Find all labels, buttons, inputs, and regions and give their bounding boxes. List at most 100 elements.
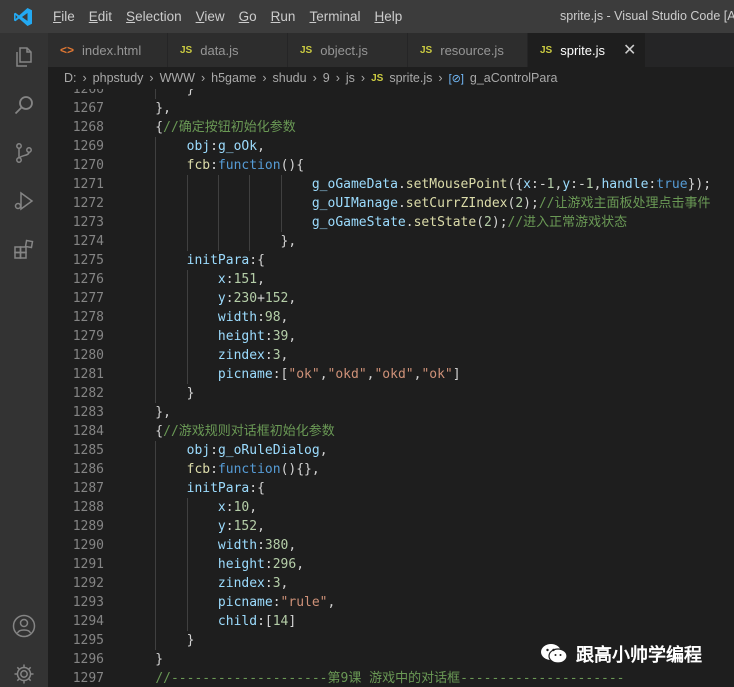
breadcrumb-item[interactable]: js [346, 71, 355, 85]
breadcrumb-item[interactable]: 9 [323, 71, 330, 85]
code-token: , [327, 595, 336, 610]
code-token: 1 [585, 177, 594, 192]
code-token: x [523, 177, 531, 192]
accounts-icon[interactable] [0, 602, 48, 650]
breadcrumb-item[interactable]: shudu [273, 71, 307, 85]
code-token: } [124, 386, 195, 401]
run-debug-icon[interactable] [0, 177, 48, 225]
code-token: x [217, 272, 226, 287]
code-token: child [217, 614, 258, 629]
line-number: 1286 [72, 462, 104, 477]
breadcrumb-file[interactable]: sprite.js [389, 71, 432, 85]
vscode-logo-icon [0, 0, 46, 33]
line-number: 1270 [72, 158, 104, 173]
menu-go-hotkey: G [238, 9, 250, 24]
code-line: initPara:{ [124, 479, 711, 498]
code-line: } [124, 89, 711, 99]
tab-sprite-js[interactable]: JS sprite.js ✕ [528, 33, 646, 67]
menu-edit[interactable]: Edit [82, 0, 119, 33]
line-number: 1272 [72, 196, 104, 211]
code-token: + [257, 291, 265, 306]
source-control-icon[interactable] [0, 129, 48, 177]
code-line: {//游戏规则对话框初始化参数 [124, 422, 711, 441]
breadcrumb-item[interactable]: WWW [160, 71, 195, 85]
code-area[interactable]: } }, {//确定按钮初始化参数 obj:g_oOk, fcb:functio… [124, 89, 711, 687]
code-token: : [257, 538, 265, 553]
title-bar: File Edit Selection View Go Run Terminal… [0, 0, 734, 33]
breadcrumb-symbol[interactable]: g_aControlPara [470, 71, 558, 85]
code-token: initPara [186, 253, 250, 268]
tab-object-js[interactable]: JS object.js [288, 33, 408, 67]
menu-run[interactable]: Run [264, 0, 303, 33]
js-file-icon: JS [420, 44, 433, 56]
code-token: "okd" [374, 367, 414, 382]
code-token: g_oRuleDialog [217, 443, 320, 458]
chevron-right-icon: › [149, 71, 154, 85]
indent-guide [217, 175, 219, 194]
code-token: //让游戏主面板处理点击事件 [538, 196, 711, 211]
indent-guide [155, 89, 157, 99]
indent-guide [155, 270, 157, 289]
code-line: width:380, [124, 536, 711, 555]
line-number: 1288 [72, 500, 104, 515]
menu-view[interactable]: View [189, 0, 232, 33]
explorer-icon[interactable] [0, 33, 48, 81]
extensions-icon[interactable] [0, 225, 48, 273]
code-token: picname [217, 595, 273, 610]
code-token: handle [601, 177, 649, 192]
code-line: picname:["ok","okd","okd","ok"] [124, 365, 711, 384]
indent-guide [280, 175, 282, 194]
indent-guide [186, 593, 188, 612]
menu-edit-label: dit [97, 9, 113, 24]
menu-selection[interactable]: Selection [119, 0, 189, 33]
code-token: //--------------------第9课 游戏中的对话框-------… [155, 671, 625, 686]
editor-tabs: <> index.html JS data.js JS object.js JS… [48, 33, 734, 67]
close-icon[interactable]: ✕ [623, 40, 636, 60]
line-number: 1295 [72, 633, 104, 648]
menu-help[interactable]: Help [367, 0, 409, 33]
chevron-right-icon: › [200, 71, 206, 85]
indent-guide [186, 289, 188, 308]
menu-go[interactable]: Go [232, 0, 264, 33]
tab-index-html[interactable]: <> index.html [48, 33, 168, 67]
code-token: 152 [233, 519, 258, 534]
tab-label: sprite.js [560, 42, 606, 58]
code-token: : [264, 329, 273, 344]
code-token: "rule" [280, 595, 328, 610]
code-line: }, [124, 403, 711, 422]
indent-guide [155, 213, 157, 232]
code-token: : [225, 272, 234, 287]
indent-guide [186, 308, 188, 327]
indent-guide [186, 327, 188, 346]
line-number: 1276 [72, 272, 104, 287]
menu-terminal[interactable]: Terminal [302, 0, 367, 33]
search-icon[interactable] [0, 81, 48, 129]
line-number: 1289 [72, 519, 104, 534]
breadcrumb-item[interactable]: h5game [211, 71, 256, 85]
indent-guide [186, 498, 188, 517]
line-number: 1271 [72, 177, 104, 192]
indent-guide [186, 574, 188, 593]
code-line: height:39, [124, 327, 711, 346]
line-number: 1285 [72, 443, 104, 458]
tab-resource-js[interactable]: JS resource.js [408, 33, 528, 67]
line-number: 1266 [72, 89, 104, 97]
js-file-icon: JS [180, 44, 193, 56]
breadcrumb-item[interactable]: phpstudy [93, 71, 144, 85]
js-file-icon: JS [540, 44, 553, 56]
tab-data-js[interactable]: JS data.js [168, 33, 288, 67]
code-token: : [257, 310, 265, 325]
code-token: 230 [233, 291, 258, 306]
menu-file[interactable]: File [46, 0, 82, 33]
breadcrumb-item[interactable]: D: [64, 71, 77, 85]
code-editor[interactable]: 1266 1267 1268 1269 1270 1271 1272 1273 1274 1275… [48, 89, 734, 687]
code-line: } [124, 384, 711, 403]
indent-guide [186, 270, 188, 289]
manage-gear-icon[interactable] [0, 650, 48, 687]
code-token: (){ [280, 158, 305, 173]
code-token: 14 [272, 614, 289, 629]
line-number: 1294 [72, 614, 104, 629]
indent-guide [186, 213, 188, 232]
